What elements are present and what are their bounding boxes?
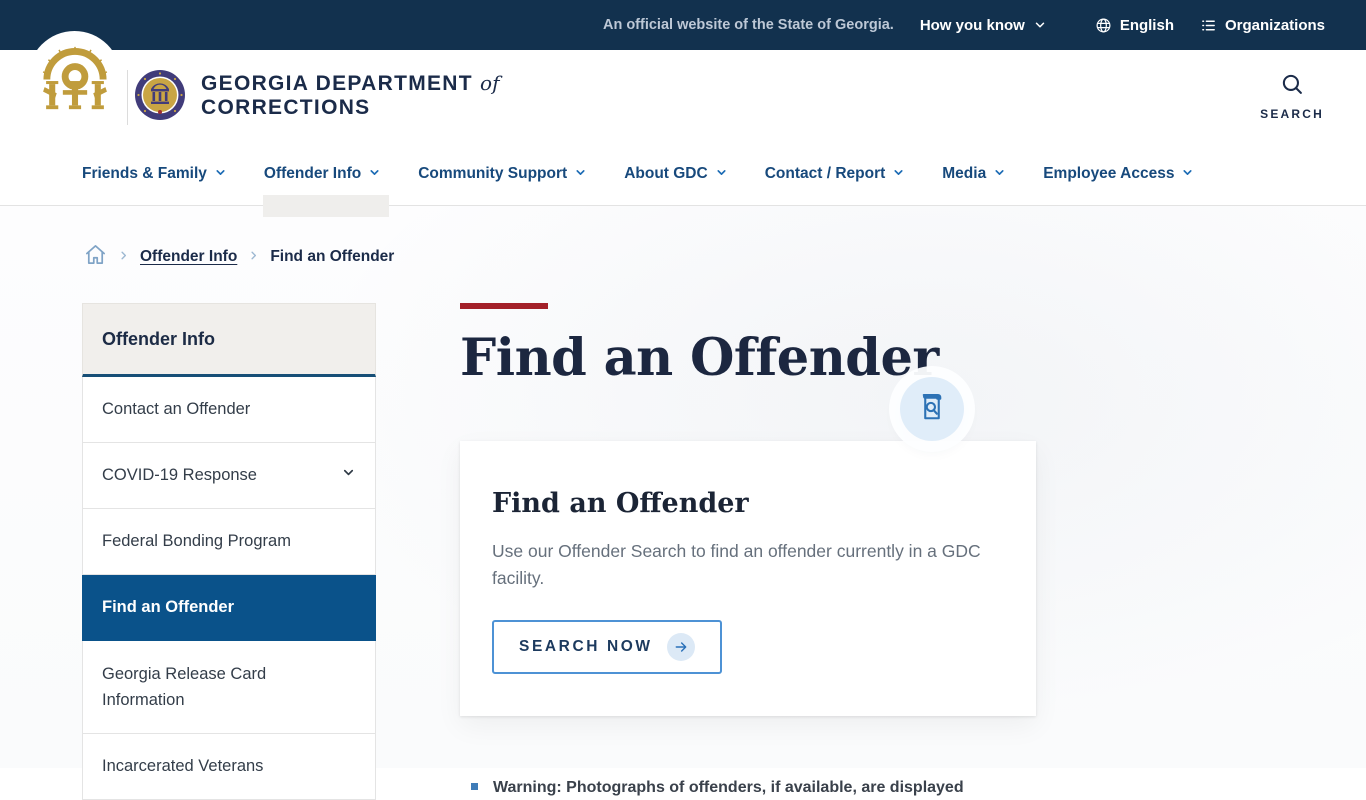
sidebar-item-georgia-release-card[interactable]: Georgia Release Card Information	[82, 641, 376, 734]
breadcrumb: Offender Info Find an Offender	[84, 243, 394, 271]
sidebar-item-label: Incarcerated Veterans	[102, 757, 264, 776]
nav-item-friends-family[interactable]: Friends & Family	[82, 164, 227, 184]
agency-name-line1: GEORGIA DEPARTMENT	[201, 72, 473, 95]
agency-name-connector: of	[480, 71, 500, 95]
nav-item-about-gdc[interactable]: About GDC	[624, 164, 728, 184]
chevron-down-icon	[1033, 18, 1047, 32]
nav-item-employee-access[interactable]: Employee Access	[1043, 164, 1194, 184]
organizations-label: Organizations	[1224, 16, 1325, 34]
nav-item-community-support[interactable]: Community Support	[418, 164, 587, 184]
breadcrumb-link-offender-info[interactable]: Offender Info	[140, 248, 237, 266]
chevron-down-icon	[368, 166, 381, 184]
chevron-down-icon	[1181, 166, 1194, 184]
chevron-right-icon	[248, 248, 259, 266]
sidebar-item-label: Contact an Offender	[102, 400, 251, 419]
offender-search-badge	[900, 377, 964, 441]
sidebar-item-find-an-offender[interactable]: Find an Offender	[82, 575, 376, 641]
sidebar-item-covid-19-response[interactable]: COVID-19 Response	[82, 443, 376, 509]
chevron-right-icon	[118, 248, 129, 266]
header-divider	[127, 70, 128, 125]
page-content: Offender Info Find an Offender Offender …	[0, 206, 1366, 800]
site-search-button[interactable]: SEARCH	[1260, 71, 1324, 121]
chevron-down-icon	[214, 166, 227, 184]
organizations-link[interactable]: Organizations	[1200, 17, 1325, 34]
sidebar-item-contact-an-offender[interactable]: Contact an Offender	[82, 377, 376, 443]
sidebar-item-label: COVID-19 Response	[102, 466, 257, 485]
section-sidebar: Offender Info Contact an Offender COVID-…	[82, 303, 376, 800]
warning-text: Warning: Photographs of offenders, if av…	[493, 778, 964, 796]
nav-label: Media	[942, 165, 987, 182]
language-selector[interactable]: English	[1095, 17, 1174, 34]
nav-item-contact-report[interactable]: Contact / Report	[765, 164, 906, 184]
list-icon	[1200, 17, 1217, 34]
sidebar-item-federal-bonding-program[interactable]: Federal Bonding Program	[82, 509, 376, 575]
bullet-icon	[471, 782, 478, 790]
sidebar-item-incarcerated-veterans[interactable]: Incarcerated Veterans	[82, 734, 376, 800]
chevron-down-icon	[892, 166, 905, 184]
sidebar-item-label: Find an Offender	[102, 598, 234, 617]
chevron-down-icon	[715, 166, 728, 184]
arrow-right-icon	[666, 632, 695, 661]
agency-name-line2: CORRECTIONS	[201, 96, 371, 119]
site-header: GEORGIA DEPARTMENT of CORRECTIONS SEARCH	[0, 31, 1366, 143]
document-search-icon	[914, 389, 950, 430]
nav-item-offender-info[interactable]: Offender Info	[262, 164, 390, 217]
sidebar-item-label: Federal Bonding Program	[102, 532, 291, 551]
card-title: Find an Offender	[492, 488, 749, 520]
nav-active-indicator	[262, 195, 390, 217]
search-label: SEARCH	[1260, 107, 1324, 121]
breadcrumb-current: Find an Offender	[270, 248, 395, 265]
search-icon	[1279, 74, 1305, 101]
state-arch-logo[interactable]	[28, 31, 121, 124]
nav-label: Offender Info	[263, 165, 362, 182]
sidebar-item-label: Georgia Release Card Information	[102, 664, 267, 709]
nav-label: Employee Access	[1043, 165, 1175, 182]
official-website-text: An official website of the State of Geor…	[602, 17, 894, 33]
home-icon[interactable]	[84, 243, 107, 271]
sidebar-title: Offender Info	[82, 303, 376, 377]
title-accent-bar	[460, 303, 548, 309]
chevron-down-icon[interactable]	[341, 462, 356, 488]
nav-label: Contact / Report	[764, 165, 886, 182]
chevron-down-icon	[993, 166, 1006, 184]
language-label: English	[1119, 16, 1174, 34]
find-offender-card: Find an Offender Use our Offender Search…	[460, 441, 1036, 716]
nav-label: About GDC	[624, 165, 708, 182]
nav-label: Friends & Family	[82, 165, 207, 182]
how-you-know-label: How you know	[919, 16, 1025, 34]
chevron-down-icon	[574, 166, 587, 184]
warning-list-item: Warning: Photographs of offenders, if av…	[460, 776, 1036, 799]
card-description: Use our Offender Search to find an offen…	[492, 541, 981, 588]
department-seal	[134, 69, 186, 121]
main-navigation: Friends & Family Offender Info Community…	[0, 143, 1366, 217]
search-now-label: SEARCH NOW	[519, 637, 653, 655]
main-column: Find an Offender Find an Offender Use ou…	[460, 303, 1036, 799]
globe-icon	[1095, 17, 1112, 34]
government-banner: An official website of the State of Geor…	[0, 0, 1366, 50]
nav-item-media[interactable]: Media	[942, 164, 1006, 184]
search-now-button[interactable]: SEARCH NOW	[492, 619, 722, 674]
how-you-know-toggle[interactable]: How you know	[920, 17, 1047, 34]
agency-name[interactable]: GEORGIA DEPARTMENT of CORRECTIONS	[201, 71, 500, 120]
nav-label: Community Support	[418, 165, 568, 182]
